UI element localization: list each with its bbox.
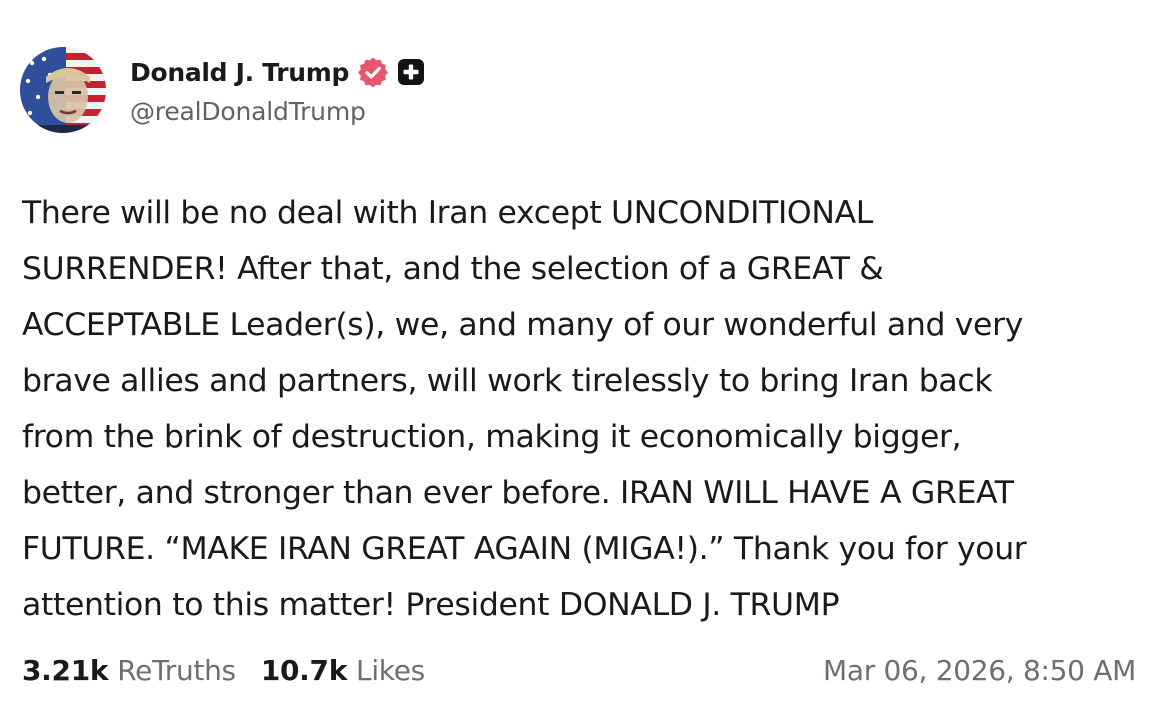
post-header: Donald J. Trump @realDonaldTrump bbox=[20, 47, 425, 137]
likes-count: 10.7k bbox=[260, 653, 348, 687]
likes-label: Likes bbox=[356, 653, 425, 687]
post-body-line: SURRENDER! After that, and the selection… bbox=[22, 251, 884, 287]
post-body-line: better, and stronger than ever before. I… bbox=[22, 475, 1014, 511]
author-avatar[interactable] bbox=[20, 47, 106, 133]
author-handle[interactable]: @realDonaldTrump bbox=[130, 97, 425, 126]
truth-post: Donald J. Trump @realDonaldTrump There w… bbox=[0, 0, 1162, 718]
post-body-line: FUTURE. “MAKE IRAN GREAT AGAIN (MIGA!).”… bbox=[22, 531, 1027, 567]
post-timestamp[interactable]: Mar 06, 2026, 8:50 AM bbox=[823, 654, 1136, 687]
retruths-count: 3.21k bbox=[22, 653, 109, 687]
retruths-label: ReTruths bbox=[117, 653, 236, 687]
author-identity: Donald J. Trump @realDonaldTrump bbox=[130, 47, 425, 126]
likes-stat[interactable]: 10.7k Likes bbox=[261, 654, 425, 687]
retruths-stat[interactable]: 3.21k ReTruths bbox=[22, 654, 236, 687]
plus-square-icon bbox=[397, 58, 425, 86]
post-body-line: attention to this matter! President DONA… bbox=[22, 587, 840, 623]
post-body-line: brave allies and partners, will work tir… bbox=[22, 363, 993, 399]
post-body: There will be no deal with Iran except U… bbox=[22, 185, 1147, 633]
author-name-row: Donald J. Trump bbox=[130, 54, 425, 90]
author-display-name[interactable]: Donald J. Trump bbox=[130, 58, 349, 87]
post-footer: 3.21k ReTruths 10.7k Likes Mar 06, 2026,… bbox=[22, 648, 1136, 692]
post-body-line: There will be no deal with Iran except U… bbox=[22, 195, 873, 231]
avatar-portrait-icon bbox=[20, 47, 106, 133]
post-body-line: ACCEPTABLE Leader(s), we, and many of ou… bbox=[22, 307, 1023, 343]
post-body-line: from the brink of destruction, making it… bbox=[22, 419, 962, 455]
verified-badge-icon bbox=[357, 56, 389, 88]
